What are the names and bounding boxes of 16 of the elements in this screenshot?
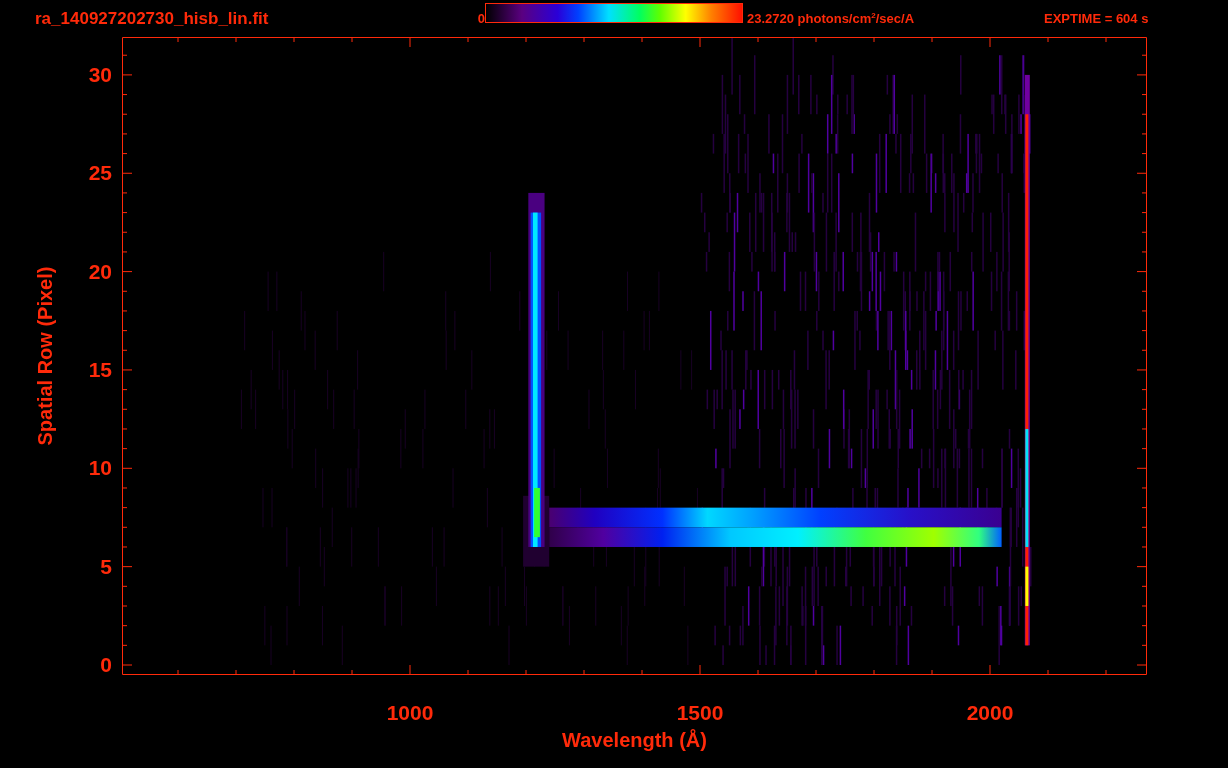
colorbar-min-label: 0	[476, 11, 485, 26]
y-tick-label: 20	[88, 259, 112, 284]
y-tick-label: 15	[88, 357, 112, 382]
y-tick-label: 0	[100, 653, 112, 677]
y-axis-title: Spatial Row (Pixel)	[33, 266, 57, 446]
exposure-time: EXPTIME = 604 s	[1044, 11, 1150, 26]
x-tick-label: 2000	[966, 701, 1014, 725]
y-tick-label: 30	[88, 62, 112, 87]
y-tick-label: 10	[88, 456, 112, 481]
y-tick-label: 25	[88, 161, 112, 186]
y-tick-label: 5	[100, 554, 112, 579]
x-axis-title: Wavelength (Å)	[562, 729, 707, 752]
file-name: ra_140927202730_hisb_lin.fit	[35, 8, 270, 29]
x-tick-label: 1500	[676, 701, 724, 725]
colorbar-max-label: 23.2720 photons/cm$^{2}$/sec/A	[747, 10, 916, 27]
x-tick-label: 1000	[386, 701, 434, 725]
